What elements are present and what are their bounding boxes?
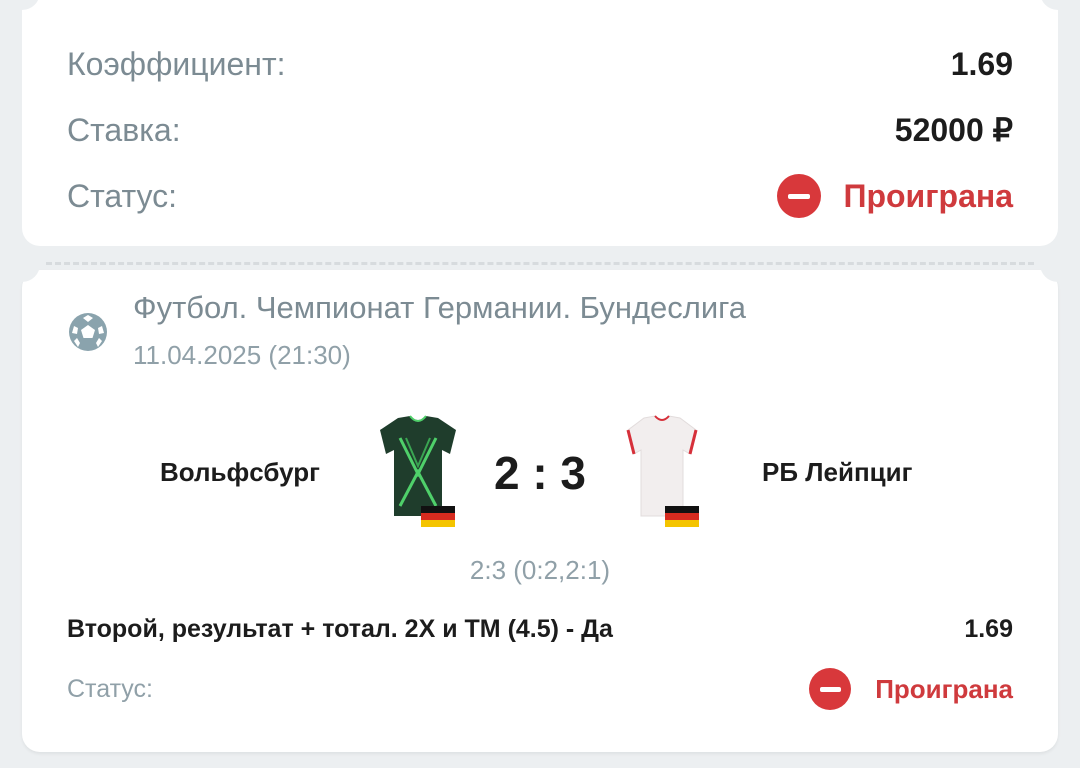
match-score: 2 : 3 (493, 447, 587, 499)
home-team-name[interactable]: Вольфсбург (160, 457, 320, 488)
market-odds: 1.69 (964, 615, 1013, 643)
event-status-label: Статус: (67, 674, 153, 703)
home-jersey-icon (380, 415, 456, 516)
coefficient-value: 1.69 (950, 46, 1013, 82)
away-jersey-icon (626, 415, 698, 517)
status-row: Статус: Проиграна (67, 174, 1013, 218)
soccer-ball-icon (69, 313, 107, 351)
ticket-divider (46, 262, 1034, 265)
stake-value: 52000 ₽ (894, 112, 1013, 148)
stake-label: Ставка: (67, 111, 181, 148)
status-value: Проиграна (843, 177, 1013, 214)
event-status-badge: Проиграна (809, 668, 1013, 710)
coefficient-label: Коэффициент: (67, 46, 286, 82)
event-status-row: Статус: Проиграна (67, 668, 1013, 710)
event-status-value: Проиграна (875, 673, 1013, 704)
bet-details-screen: Коэффициент: 1.69 Ставка: 52000 ₽ Статус… (0, 0, 1080, 768)
ticket-notch-right (1040, 246, 1076, 282)
germany-flag-icon (421, 506, 455, 527)
status-label: Статус: (67, 177, 178, 214)
league-name: Футбол. Чемпионат Германии. Бундеслига (133, 290, 747, 325)
stake-row: Ставка: 52000 ₽ (67, 111, 1013, 149)
period-scores: 2:3 (0:2,2:1) (469, 555, 611, 585)
minus-circle-icon (777, 174, 822, 218)
status-badge: Проиграна (777, 174, 1013, 218)
bet-market: Второй, результат + тотал. 2Х и ТМ (4.5)… (67, 615, 613, 643)
event-datetime: 11.04.2025 (21:30) (133, 340, 351, 370)
coefficient-row: Коэффициент: 1.69 (67, 46, 1013, 83)
minus-circle-icon (809, 668, 852, 710)
away-team-name[interactable]: РБ Лейпциг (762, 457, 912, 488)
germany-flag-icon (665, 506, 699, 527)
ticket-notch-left (4, 246, 40, 282)
